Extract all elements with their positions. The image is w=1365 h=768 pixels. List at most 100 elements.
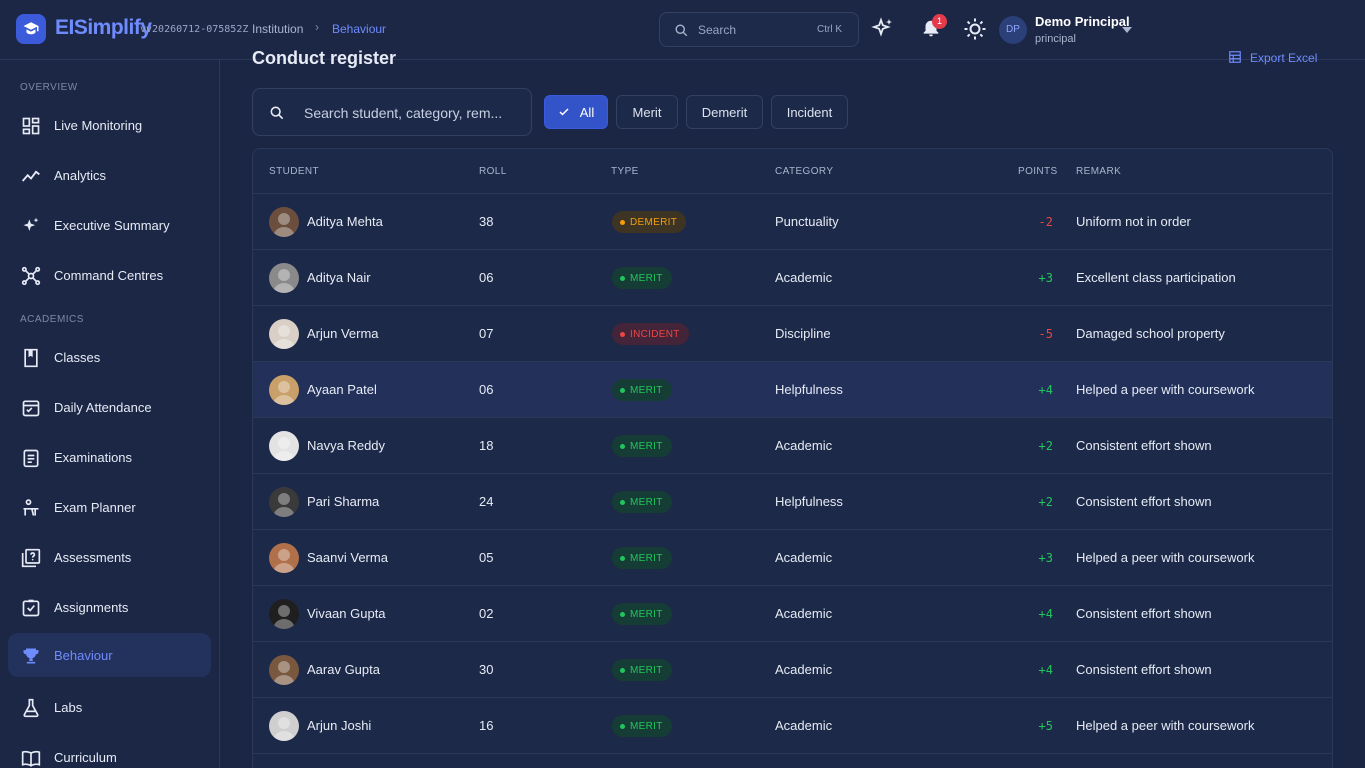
sparkles-icon — [20, 215, 42, 237]
col-points[interactable]: POINTS — [1018, 166, 1058, 177]
student-name[interactable]: Pari Sharma — [307, 494, 379, 509]
global-search-placeholder: Search — [698, 23, 737, 37]
remark: Damaged school property — [1076, 326, 1225, 341]
col-type[interactable]: TYPE — [611, 166, 639, 177]
status-dot-icon — [620, 443, 625, 449]
points: -5 — [1038, 327, 1053, 341]
type-label: MERIT — [630, 552, 663, 564]
export-button[interactable]: Export Excel — [1228, 50, 1317, 65]
type-label: MERIT — [630, 608, 663, 620]
trophy-icon — [20, 645, 42, 667]
quiz-icon — [20, 547, 42, 569]
filter-demerit[interactable]: Demerit — [686, 95, 763, 129]
col-student[interactable]: STUDENT — [269, 166, 319, 177]
remark: Helped a peer with coursework — [1076, 382, 1255, 397]
table-row[interactable]: Pari Sharma 24 MERIT Helpfulness +2 Consisten… — [253, 474, 1332, 530]
breadcrumb-institution[interactable]: Institution — [252, 22, 303, 36]
sidebar-item-analytics[interactable]: Analytics — [8, 153, 211, 197]
student-name[interactable]: Ayaan Patel — [307, 382, 377, 397]
export-label: Export Excel — [1250, 51, 1318, 65]
user-avatar[interactable]: DP — [999, 16, 1027, 44]
sidebar-item-label: Behaviour — [54, 647, 113, 663]
sidebar-item-label: Examinations — [54, 449, 133, 465]
student-roll: 18 — [479, 438, 494, 453]
ai-sparkle-icon[interactable] — [871, 17, 895, 44]
type-label: MERIT — [630, 496, 663, 508]
table-row[interactable]: Aarav Gupta 30 MERIT Academic +4 Consistent e… — [253, 642, 1332, 698]
type-badge: MERIT — [612, 715, 672, 737]
brand-name[interactable]: EISimplify — [55, 16, 152, 40]
calendar-check-icon — [20, 397, 42, 419]
col-remark[interactable]: REMARK — [1076, 166, 1121, 177]
sidebar-item-label: Curriculum — [54, 749, 117, 765]
table-row[interactable]: Navya Reddy 18 MERIT Academic +2 Consistent e… — [253, 418, 1332, 474]
sidebar-item-labs[interactable]: Labs — [8, 685, 211, 729]
student-name[interactable]: Aditya Nair — [307, 270, 371, 285]
type-badge: MERIT — [612, 435, 672, 457]
type-label: MERIT — [630, 720, 663, 732]
sidebar-item-assessments[interactable]: Assessments — [8, 535, 211, 579]
category: Academic — [775, 662, 833, 677]
remark: Helped a peer with coursework — [1076, 550, 1255, 565]
type-badge: DEMERIT — [612, 211, 687, 233]
category: Academic — [775, 606, 833, 621]
student-roll: 06 — [479, 382, 494, 397]
chart-line-icon — [20, 165, 42, 187]
student-name[interactable]: Aditya Mehta — [307, 214, 383, 229]
conduct-table: STUDENT ROLL TYPE CATEGORY POINTS REMARK… — [252, 148, 1333, 768]
sidebar-item-label: Labs — [54, 699, 83, 715]
status-dot-icon — [620, 219, 625, 225]
remark: Consistent effort shown — [1076, 494, 1212, 509]
sidebar-item-classes[interactable]: Classes — [8, 335, 211, 379]
logo-icon[interactable] — [16, 14, 46, 44]
sidebar-item-label: Assessments — [54, 549, 132, 565]
status-dot-icon — [620, 611, 625, 617]
table-row[interactable]: Vivaan Gupta 02 MERIT Academic +4 Consistent … — [253, 586, 1332, 642]
student-name[interactable]: Vivaan Gupta — [307, 606, 386, 621]
table-row[interactable]: Arjun Joshi 16 MERIT Academic +5 Helped a pee… — [253, 698, 1332, 754]
type-label: MERIT — [630, 440, 663, 452]
student-roll: 16 — [479, 718, 494, 733]
filter-all-label: All — [579, 104, 595, 120]
page-title: Conduct register — [252, 48, 397, 68]
col-roll[interactable]: ROLL — [479, 166, 507, 177]
filter-merit[interactable]: Merit — [616, 95, 678, 129]
sidebar-item-exam-planner[interactable]: Exam Planner — [8, 485, 211, 529]
sidebar-item-curriculum[interactable]: Curriculum — [8, 735, 211, 768]
student-name[interactable]: Aarav Gupta — [307, 662, 380, 677]
status-dot-icon — [620, 387, 625, 393]
points: +4 — [1038, 607, 1053, 621]
filter-incident[interactable]: Incident — [771, 95, 848, 129]
sidebar-item-assignments[interactable]: Assignments — [8, 585, 211, 629]
table-row[interactable]: Saanvi Verma 05 MERIT Academic +3 Helped a pe… — [253, 530, 1332, 586]
sidebar-item-daily-attendance[interactable]: Daily Attendance — [8, 385, 211, 429]
sidebar-item-command-centres[interactable]: Command Centres — [8, 253, 211, 297]
section-label-academics: ACADEMICS — [20, 314, 84, 325]
student-name[interactable]: Arjun Joshi — [307, 718, 371, 733]
filter-all[interactable]: All — [544, 95, 608, 129]
col-category[interactable]: CATEGORY — [775, 166, 833, 177]
sidebar-item-examinations[interactable]: Examinations — [8, 435, 211, 479]
sidebar: OVERVIEW Live Monitoring Analytics Execu… — [0, 60, 220, 768]
table-row[interactable]: Aditya Nair 06 MERIT Academic +3 Excellent cl… — [253, 250, 1332, 306]
type-label: MERIT — [630, 384, 663, 396]
theme-sun-icon[interactable] — [963, 17, 987, 44]
table-row[interactable]: Aditya Mehta 38 DEMERIT Punctuality -2 Unifor… — [253, 194, 1332, 250]
table-row[interactable]: Arjun Verma 07 INCIDENT Discipline -5 Damaged… — [253, 306, 1332, 362]
sidebar-item-behaviour[interactable]: Behaviour — [8, 633, 211, 677]
register-search-input[interactable]: Search student, category, rem... — [252, 88, 532, 136]
user-name[interactable]: Demo Principal — [1035, 14, 1130, 29]
student-name[interactable]: Navya Reddy — [307, 438, 385, 453]
status-dot-icon — [620, 331, 625, 337]
student-roll: 07 — [479, 326, 494, 341]
student-name[interactable]: Saanvi Verma — [307, 550, 388, 565]
sidebar-item-live-monitoring[interactable]: Live Monitoring — [8, 103, 211, 147]
global-search[interactable]: Search Ctrl K — [659, 12, 859, 47]
breadcrumb-behaviour: Behaviour — [332, 22, 387, 36]
table-row[interactable]: Ayaan Patel 06 MERIT Helpfulness +4 Helped a … — [253, 362, 1332, 418]
student-avatar — [269, 543, 299, 573]
chevron-down-icon[interactable] — [1122, 27, 1132, 33]
student-name[interactable]: Arjun Verma — [307, 326, 379, 341]
sidebar-item-executive-summary[interactable]: Executive Summary — [8, 203, 211, 247]
top-bar: EISimplify vv20260712-075852Z Institutio… — [0, 0, 1365, 60]
